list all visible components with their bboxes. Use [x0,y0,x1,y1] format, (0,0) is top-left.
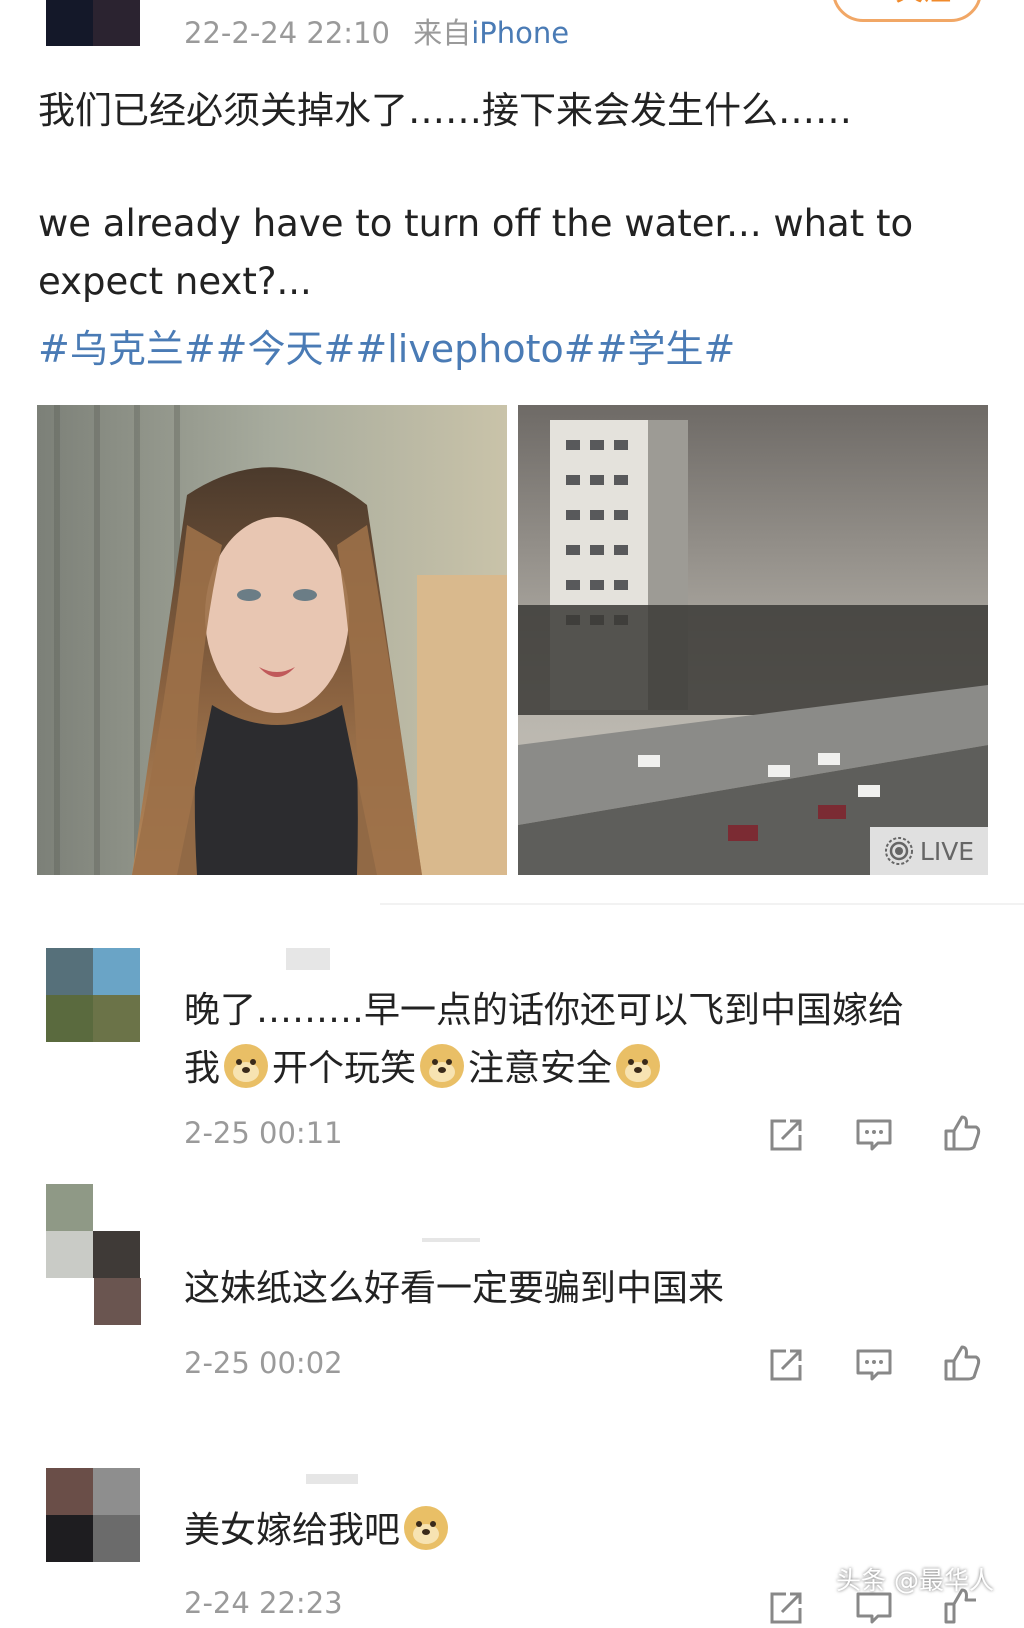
post-meta: 22-2-24 22:10 来自iPhone [184,10,569,52]
post-photo-city[interactable]: LIVE [518,405,988,875]
post-text-zh: 我们已经必须关掉水了……接下来会发生什么…… [38,89,852,132]
post-photo-portrait[interactable] [37,405,507,875]
avatar-block [94,1278,141,1325]
comment-text: 晚了………早一点的话你还可以飞到中国嫁给 我 开个玩笑 注意安全 [184,982,984,1098]
comment-time: 2-24 22:23 [184,1586,343,1620]
like-icon[interactable] [942,1343,982,1383]
post-text-en: we already have to turn off the water...… [38,195,968,311]
comment-icon[interactable] [854,1345,894,1385]
doge-emoji-icon [224,1044,269,1088]
comment-text: 美女嫁给我吧 [184,1502,984,1560]
post-hashtags[interactable]: #乌克兰##今天##livephoto##学生# [38,318,735,373]
comment-text: 这妹纸这么好看一定要骗到中国来 [184,1268,725,1309]
portrait-image [37,405,507,875]
post-text-en-line2: expect next?... [38,260,312,303]
comment-username-redacted[interactable] [286,948,330,970]
comment-time: 2-25 00:11 [184,1116,343,1150]
divider [380,903,1024,905]
live-photo-icon [884,837,913,865]
comment-username-redacted[interactable] [422,1238,480,1242]
share-icon[interactable] [766,1588,806,1628]
post-text-en-line1: we already have to turn off the water...… [38,202,914,245]
share-icon[interactable] [766,1345,806,1385]
like-icon[interactable] [942,1113,982,1153]
comment-avatar[interactable] [46,948,140,1042]
comment-text-part: 我 [184,1048,221,1089]
post-source[interactable]: iPhone [471,16,569,50]
comment-text-part: 美女嫁给我吧 [184,1510,401,1551]
avatar-block [46,0,93,46]
watermark: 头条 @最华人 [836,1566,994,1595]
avatar-block [93,0,140,46]
post-time: 22-2-24 22:10 [184,16,390,50]
comment-text-line1: 晚了………早一点的话你还可以飞到中国嫁给 [184,990,905,1031]
comment-text-part: 注意安全 [468,1048,613,1089]
doge-emoji-icon [404,1506,449,1550]
post-source-prefix: 来自 [413,16,472,50]
post-author-avatar[interactable] [46,0,140,46]
comment-icon[interactable] [854,1115,894,1155]
comment-avatar[interactable] [46,1468,140,1562]
comment-text-part: 开个玩笑 [272,1048,417,1089]
share-icon[interactable] [766,1115,806,1155]
live-photo-badge[interactable]: LIVE [870,827,988,875]
doge-emoji-icon [420,1044,465,1088]
city-image [518,405,988,875]
comment-text-line2: 我 开个玩笑 注意安全 [184,1040,984,1098]
follow-button[interactable]: + 关注 [832,0,982,22]
live-label: LIVE [919,836,975,866]
comment-username-redacted[interactable] [306,1474,358,1484]
comment-time: 2-25 00:02 [184,1346,343,1380]
doge-emoji-icon [616,1044,661,1088]
comment-avatar[interactable] [46,1184,140,1278]
